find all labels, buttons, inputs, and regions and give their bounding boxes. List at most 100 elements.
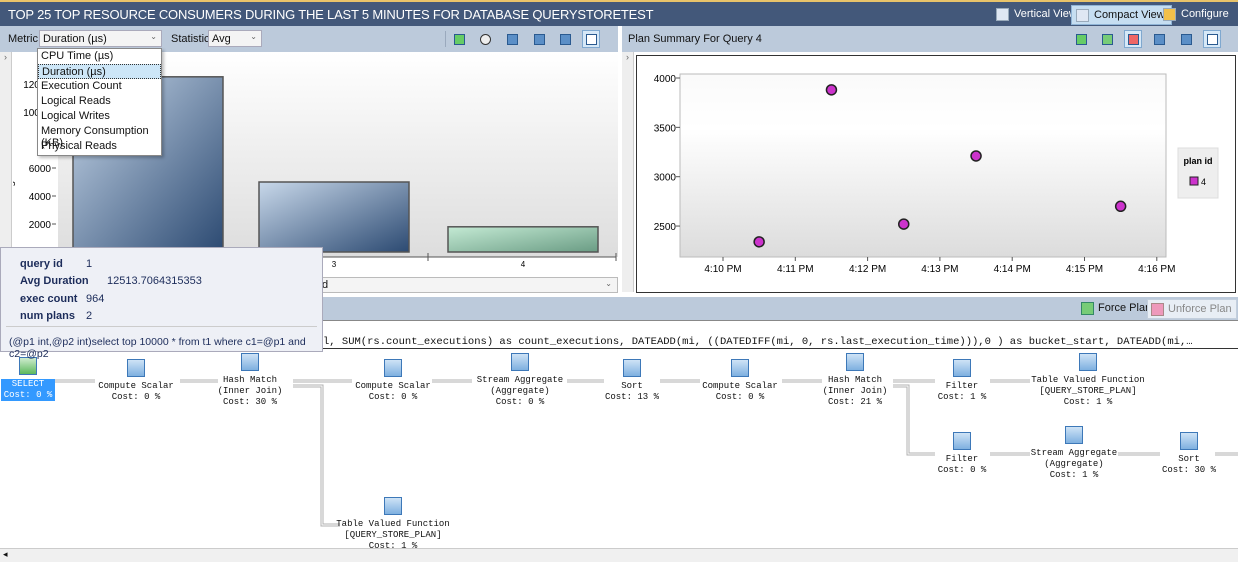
x-tick-label: 4:10 PM: [704, 264, 741, 275]
bar-chart-icon: [586, 34, 597, 45]
plan-node-text: Filter Cost: 0 %: [897, 454, 1027, 476]
refresh-icon: [1076, 34, 1087, 45]
track-query-button[interactable]: [476, 30, 494, 48]
metric-select[interactable]: Duration (µs) ⌄: [39, 30, 162, 47]
statistic-select[interactable]: Avg ⌄: [208, 30, 262, 47]
operator-icon: [384, 359, 402, 377]
plan-node[interactable]: Compute Scalar Cost: 0 %: [675, 359, 805, 403]
grid-view-button[interactable]: [530, 30, 548, 48]
x-tick-label: 4:15 PM: [1066, 264, 1103, 275]
force-plan-icon: [1102, 34, 1113, 45]
refresh-icon: [454, 34, 465, 45]
plan-node[interactable]: Filter Cost: 0 %: [897, 432, 1027, 476]
refresh-button[interactable]: [450, 30, 468, 48]
expand-right-panel[interactable]: ›: [622, 52, 634, 292]
plan-node-text: Compute Scalar Cost: 0 %: [675, 381, 805, 403]
plan-node-l3: Cost: 30 %: [222, 397, 277, 407]
metric-option-logical-reads[interactable]: Logical Reads: [38, 94, 161, 109]
grid-view-button[interactable]: [1177, 30, 1195, 48]
plan-node-l2: [QUERY_STORE_PLAN]: [1039, 386, 1137, 396]
plan-node-l1: Compute Scalar: [98, 381, 174, 391]
x-tick-label: 3: [332, 260, 337, 269]
horizontal-scrollbar[interactable]: ◂: [0, 548, 1238, 562]
compare-plans-button[interactable]: [1150, 30, 1168, 48]
chevron-down-icon: ⌄: [150, 32, 157, 41]
plan-node-text: SELECT Cost: 0 %: [0, 379, 56, 401]
plan-node[interactable]: Table Valued Function [QUERY_STORE_PLAN] C…: [1023, 353, 1153, 408]
metric-value: Duration (µs): [43, 33, 107, 45]
force-plan-icon: [1081, 302, 1094, 315]
metric-option-cpu-time[interactable]: CPU Time (µs): [38, 49, 161, 64]
plan-node[interactable]: Compute Scalar Cost: 0 %: [328, 359, 458, 403]
plan-node-text: Compute Scalar Cost: 0 %: [328, 381, 458, 403]
y-tick-label: 4000: [654, 74, 677, 85]
plan-node-l2: (Aggregate): [490, 386, 550, 396]
grid-detail-button[interactable]: [556, 30, 574, 48]
compact-view-label: Compact View: [1094, 9, 1165, 21]
plan-node[interactable]: Stream Aggregate (Aggregate) Cost: 0 %: [455, 353, 585, 408]
right-toolbar: Plan Summary For Query 4: [622, 26, 1238, 52]
data-point: [825, 84, 838, 96]
tooltip-plans: 2: [86, 310, 93, 322]
operator-icon: [846, 353, 864, 371]
force-plan-button[interactable]: [1098, 30, 1116, 48]
refresh-button[interactable]: [1072, 30, 1090, 48]
operator-icon: [953, 359, 971, 377]
chart-view-button[interactable]: [582, 30, 600, 48]
operator-icon: [1079, 353, 1097, 371]
scroll-left-icon[interactable]: ◂: [3, 549, 8, 560]
vertical-view-button[interactable]: Vertical View: [992, 5, 1083, 25]
plan-node-l1: Sort: [1178, 454, 1200, 464]
unforce-plan-button[interactable]: [1124, 30, 1142, 48]
plan-node[interactable]: Table Valued Function [QUERY_STORE_PLAN] C…: [328, 497, 458, 552]
metric-option-memory[interactable]: Memory Consumption (KB): [38, 124, 161, 149]
compact-view-button[interactable]: Compact View: [1071, 5, 1172, 25]
metric-dropdown-menu: CPU Time (µs) Duration (µs) Execution Co…: [37, 48, 162, 156]
x-axis-select[interactable]: d ⌄: [318, 277, 618, 293]
data-point: [898, 218, 910, 230]
plan-node-l1: Table Valued Function: [336, 519, 450, 529]
metric-label: Metric: [8, 33, 38, 45]
plan-node-l1: Hash Match: [222, 375, 277, 385]
chart-view-button[interactable]: [1203, 30, 1221, 48]
y-axis-label: avg duration: [13, 142, 16, 197]
metric-option-duration[interactable]: Duration (µs): [38, 64, 161, 79]
statistic-value: Avg: [212, 33, 231, 45]
plan-node-l2: (Aggregate): [1044, 459, 1104, 469]
plan-node[interactable]: Sort Cost: 30 %: [1124, 432, 1238, 476]
x-tick-label: 4:12 PM: [849, 264, 886, 275]
plan-node[interactable]: Compute Scalar Cost: 0 %: [71, 359, 201, 403]
configure-button[interactable]: Configure: [1159, 5, 1235, 25]
plan-node-l2: Cost: 0 %: [111, 392, 161, 402]
view-plan-button[interactable]: [503, 30, 521, 48]
plan-node[interactable]: Stream Aggregate (Aggregate) Cost: 1 %: [1009, 426, 1139, 481]
plan-node-l2: Cost: 30 %: [1161, 465, 1216, 475]
page-title: TOP 25 TOP RESOURCE CONSUMERS DURING THE…: [8, 7, 654, 22]
operator-icon: [511, 353, 529, 371]
plan-summary-title: Plan Summary For Query 4: [628, 33, 762, 45]
chevron-down-icon: ⌄: [605, 279, 612, 288]
legend-swatch: [1189, 176, 1199, 186]
vertical-view-icon: [996, 8, 1009, 21]
y-tick-label: 2500: [654, 222, 677, 233]
plan-node-l1: SELECT: [11, 379, 45, 389]
unforce-plan-button[interactable]: Unforce Plan: [1147, 299, 1237, 319]
configure-label: Configure: [1181, 8, 1229, 20]
tooltip-query-id-label: query id: [20, 258, 63, 270]
plan-node[interactable]: Hash Match (Inner Join) Cost: 30 %: [185, 353, 315, 408]
metric-option-logical-writes[interactable]: Logical Writes: [38, 109, 161, 124]
metric-option-physical-reads[interactable]: Physical Reads: [38, 139, 161, 154]
compact-view-icon: [1076, 9, 1089, 22]
y-axis-label: Avg: [636, 169, 638, 186]
plan-node-l3: Cost: 1 %: [1049, 470, 1099, 480]
tooltip-sql: (@p1 int,@p2 int)select top 10000 * from…: [9, 336, 306, 360]
metric-option-execution-count[interactable]: Execution Count: [38, 79, 161, 94]
plan-node-text: Stream Aggregate (Aggregate) Cost: 0 %: [455, 375, 585, 408]
plan-node[interactable]: Filter Cost: 1 %: [897, 359, 1027, 403]
query-tooltip: query id 1 Avg Duration 12513.7064315353 e…: [0, 247, 323, 360]
force-plan-button[interactable]: Force Plan: [1078, 300, 1155, 318]
vertical-view-label: Vertical View: [1014, 8, 1077, 20]
y-tick-label: 3000: [654, 173, 677, 184]
plan-node-l2: Cost: 0 %: [937, 465, 987, 475]
divider: [6, 326, 317, 327]
